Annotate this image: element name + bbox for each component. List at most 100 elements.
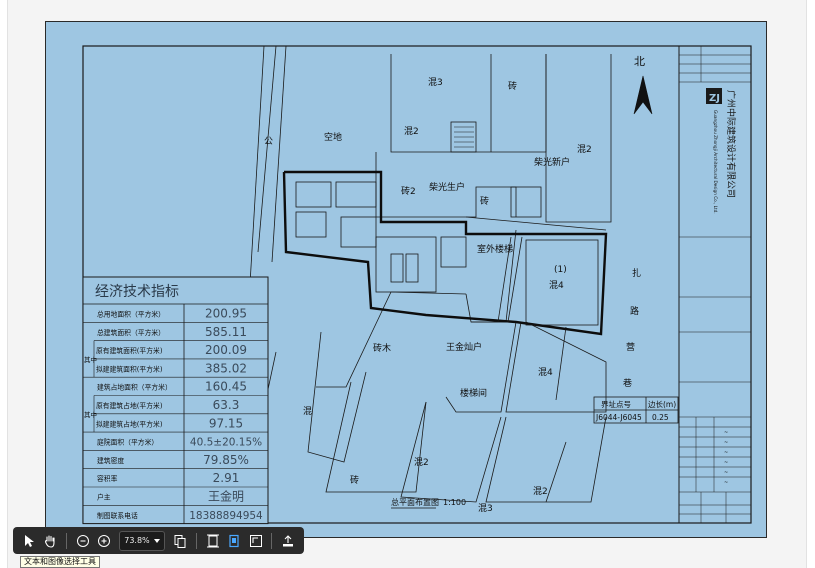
table-row-label: 制图联系电话: [97, 511, 138, 520]
site-plan-drawing: ~ ~ ~ ~ ~ ~ ZJ 广州中际建筑设计有限公司 Guangzhou Zhongj…: [82, 45, 752, 525]
table-row-label: 总用地面积（平方米）: [97, 310, 165, 319]
label-kongdi: 空地: [324, 131, 342, 143]
label-hun2-right: 混2: [577, 144, 592, 155]
signature-marks: ~ ~ ~ ~ ~ ~: [724, 430, 728, 486]
share-button[interactable]: [278, 531, 298, 551]
economic-table-heading: 经济技术指标: [95, 284, 179, 300]
table-row-value: 200.09: [205, 343, 247, 357]
label-hun-left: 混: [303, 406, 312, 417]
fit-page-icon: [206, 534, 219, 547]
table-group-label: 其中: [84, 355, 97, 364]
zoom-level-input[interactable]: [124, 536, 155, 545]
boundary-col1-header: 界址点号: [601, 399, 631, 409]
signature-grid: [679, 417, 751, 523]
copy-pages-icon: [174, 534, 186, 548]
north-label: 北: [634, 55, 645, 68]
svg-text:~: ~: [724, 470, 728, 476]
label-zhuan-small: 砖: [480, 195, 489, 207]
fit-page-button[interactable]: [203, 531, 223, 551]
boundary-col2-header: 边长(m): [648, 399, 676, 409]
company-logo-text: ZJ: [709, 93, 720, 104]
table-row-label: 原有建筑占地(平方米): [96, 401, 163, 410]
label-lu: 路: [630, 305, 639, 317]
full-screen-icon: [249, 534, 262, 547]
company-name: 广州中际建筑设计有限公司: [725, 90, 737, 198]
label-zhuanmu: 砖木: [373, 342, 391, 354]
table-row-label: 拟建建筑面积(平方米): [96, 364, 163, 373]
label-loutijian: 楼梯间: [460, 387, 487, 399]
label-zhuan-bottom: 砖: [350, 474, 359, 486]
table-row-label: 原有建筑面积(平方米): [96, 346, 163, 355]
subject-plot-outline: [282, 170, 608, 336]
label-hun2-b: 混2: [414, 457, 429, 468]
plan-scale: 1:100: [443, 498, 466, 507]
revision-table: [679, 46, 751, 82]
toolbar-separator: [271, 532, 273, 549]
label-zhuan2: 砖2: [401, 185, 416, 197]
drawing-sheet: ~ ~ ~ ~ ~ ~ ZJ 广州中际建筑设计有限公司 Guangzhou Zhongj…: [45, 21, 767, 538]
zoom-out-button[interactable]: [73, 531, 93, 551]
hand-tool-button[interactable]: [41, 531, 61, 551]
table-row-value: 63.3: [213, 398, 240, 412]
zoom-in-button[interactable]: [95, 531, 115, 551]
label-chaiguang-sheng: 柴光生户: [429, 181, 465, 193]
toolbar-separator: [195, 532, 197, 549]
label-lot-1: (1): [554, 265, 567, 275]
svg-text:~: ~: [724, 440, 728, 446]
table-row-label: 容积率: [97, 474, 118, 483]
table-row-value: 160.45: [205, 380, 247, 394]
toolbar-separator: [66, 532, 68, 549]
stair-hatch: [454, 126, 474, 148]
floorplan-details: [295, 181, 599, 326]
zoom-in-icon: [98, 534, 111, 547]
label-wangjincan: 王金灿户: [446, 341, 482, 353]
upload-icon: [283, 534, 294, 546]
table-row-label: 总建筑面积（平方米）: [97, 328, 165, 337]
company-name-en: Guangzhou Zhongji Architectural Design C…: [713, 110, 718, 214]
label-shiwai-louti: 室外楼梯: [477, 243, 513, 255]
table-row-value: 97.15: [209, 416, 243, 430]
table-row-label: 户主: [97, 493, 111, 502]
table-row-label: 建筑密度: [97, 456, 124, 465]
economic-indicator-table: 经济技术指标总用地面积（平方米） 200.95 总建筑面积（平方米） 585.11 其中…: [82, 276, 269, 525]
table-row-value: 40.5±20.15%: [190, 437, 262, 449]
fit-width-button[interactable]: [224, 531, 244, 551]
table-row-value: 585.11: [205, 325, 247, 339]
hand-icon: [45, 534, 55, 548]
table-row-label: 建筑占地面积（平方米）: [97, 383, 172, 392]
tool-tooltip: 文本和图像选择工具: [20, 556, 100, 568]
table-row-value: 79.85%: [203, 453, 249, 467]
north-arrow-icon: [633, 75, 653, 115]
svg-text:~: ~: [724, 450, 728, 456]
select-tool-button[interactable]: [19, 531, 39, 551]
full-screen-button[interactable]: [246, 531, 266, 551]
label-ying: 营: [626, 341, 635, 353]
svg-text:~: ~: [724, 430, 728, 436]
label-hun2-a: 混2: [404, 126, 419, 137]
boundary-col1-value: J6044-J6045: [595, 413, 642, 422]
table-row-value: 200.95: [205, 307, 247, 321]
table-row-value: 385.02: [205, 361, 247, 375]
label-hun2-c: 混2: [533, 486, 548, 497]
chevron-down-icon: [154, 538, 161, 543]
boundary-col2-value: 0.25: [652, 413, 669, 422]
label-hun3-bottom: 混3: [478, 503, 493, 514]
fit-width-icon: [229, 534, 239, 547]
table-row-value: 18388894954: [189, 510, 263, 522]
table-group-label: 其中: [84, 410, 97, 419]
label-zhuan-top: 砖: [508, 80, 517, 92]
label-xiang: 巷: [623, 378, 632, 389]
page-copy-button[interactable]: [170, 531, 190, 551]
document-viewer[interactable]: ~ ~ ~ ~ ~ ~ ZJ 广州中际建筑设计有限公司 Guangzhou Zhongj…: [0, 0, 815, 568]
label-hun4-a: 混4: [549, 280, 564, 291]
road-label-gong: 公: [264, 136, 273, 147]
label-hun3-top: 混3: [428, 77, 443, 88]
neighbour-outlines: [245, 54, 612, 503]
zoom-out-icon: [76, 534, 89, 547]
zoom-level-dropdown[interactable]: [119, 530, 166, 551]
svg-text:~: ~: [724, 460, 728, 466]
table-row-label: 庭院面积（平方米）: [97, 438, 158, 447]
label-zhalu: 扎: [632, 267, 641, 279]
table-row-value: 2.91: [213, 471, 240, 485]
svg-text:~: ~: [724, 480, 728, 486]
